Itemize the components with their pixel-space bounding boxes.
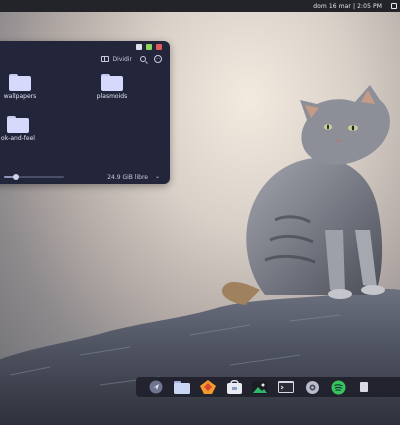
clock[interactable]: dom 16 mar | 2:05 PM [313,3,382,10]
free-space-label: 24.9 GiB libre [107,174,148,181]
zoom-slider-handle[interactable] [13,174,19,180]
firefox-icon[interactable] [200,379,216,395]
folder-icon [7,116,29,133]
wallpaper-cat [221,85,391,305]
folder-icon [101,74,123,91]
folder-label: wallpapers [3,93,37,100]
split-button-label: Dividir [112,55,132,63]
toolbar: Dividir ⋯ [100,55,162,63]
image-viewer-icon[interactable] [252,379,268,395]
dock [136,377,400,397]
file-manager-window[interactable]: Dividir ⋯ wallpapers plasmoids ok-and-fe… [0,41,170,184]
close-button[interactable] [136,44,142,50]
top-panel: dom 16 mar | 2:05 PM [0,0,400,12]
maximize-button[interactable] [146,44,152,50]
files-icon[interactable] [174,379,190,395]
folder-label: ok-and-feel [1,135,35,142]
store-icon[interactable] [226,379,242,395]
chevron-down-icon[interactable]: ⌄ [155,173,160,180]
folder-plasmoids[interactable]: plasmoids [82,74,142,100]
folder-wallpapers[interactable]: wallpapers [0,74,50,100]
folder-icon [9,74,31,91]
split-button[interactable]: Dividir [100,55,132,63]
folder-label: plasmoids [96,93,128,100]
search-icon[interactable] [140,56,146,62]
menu-icon[interactable]: ⋯ [154,55,162,63]
terminal-icon[interactable] [278,379,294,395]
window-icon[interactable] [391,3,397,9]
launcher-icon[interactable] [148,379,164,395]
window-controls [136,44,162,50]
split-view-icon [100,56,109,62]
folder-look-and-feel[interactable]: ok-and-feel [0,116,48,142]
settings-icon[interactable] [304,379,320,395]
minimize-button[interactable] [156,44,162,50]
spotify-icon[interactable] [330,379,346,395]
more-icon[interactable] [356,379,372,395]
status-bar: 24.9 GiB libre ⌄ [0,170,170,184]
zoom-slider[interactable] [4,174,64,180]
